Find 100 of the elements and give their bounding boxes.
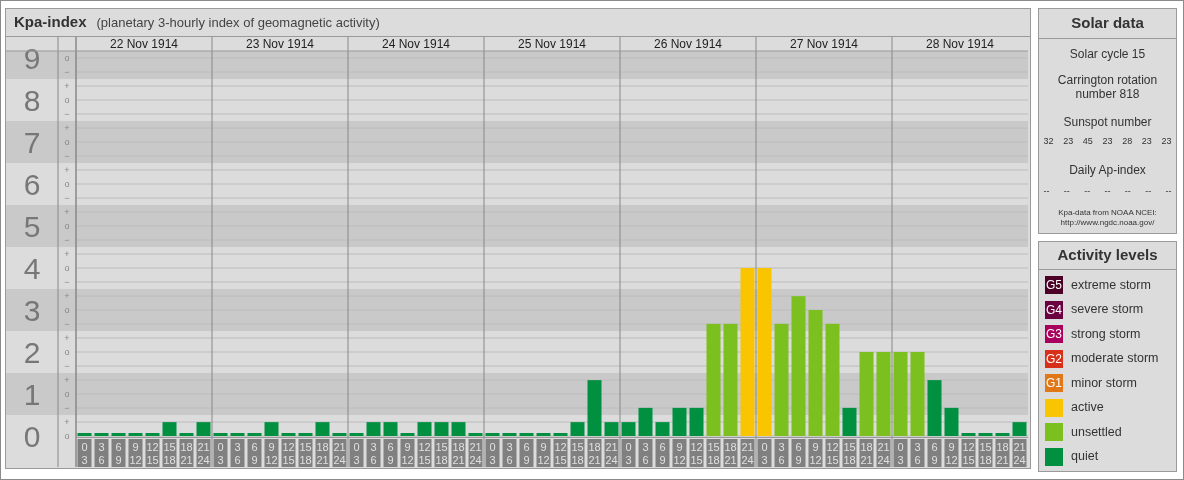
date-label: 24 Nov 1914: [381, 37, 451, 51]
time-slot-label: 18 21: [723, 439, 738, 467]
x-tick-label: 0 3: [353, 441, 360, 466]
y-tick-label: 4: [23, 252, 41, 285]
time-slot-label: 9 12: [264, 439, 279, 467]
time-slot-label: 3 6: [502, 439, 517, 467]
time-slot-label: 3 6: [638, 439, 653, 467]
x-tick-label: 3 6: [778, 441, 785, 466]
storm-level-badge: G2: [1045, 349, 1063, 368]
time-slot-label: 15 18: [162, 439, 177, 467]
y-tick-label: 3: [23, 294, 41, 327]
minor-tick-label: −: [64, 151, 70, 161]
time-slot-label: 9 12: [808, 439, 823, 467]
minor-tick-label: +: [64, 123, 70, 133]
time-slot-label: 12 15: [961, 439, 976, 467]
time-slot-label: 12 15: [145, 439, 160, 467]
time-slot-label: 21 24: [740, 439, 755, 467]
source-note: Kpa-data from NOAA NCEI:: [1058, 208, 1157, 218]
time-slot-label: 0 3: [349, 439, 364, 467]
ap-index-value: --: [1104, 184, 1111, 198]
time-slot-label: 0 3: [757, 439, 772, 467]
time-slot-label: 0 3: [621, 439, 636, 467]
x-tick-label: 3 6: [914, 441, 921, 466]
x-tick-label: 6 9: [387, 441, 394, 466]
minor-tick-label: o: [64, 263, 70, 273]
minor-tick-label: −: [64, 361, 70, 371]
x-tick-label: 6 9: [251, 441, 258, 466]
time-slot-label: 12 15: [417, 439, 432, 467]
y-tick-label: 6: [23, 168, 41, 201]
x-tick-label: 6 9: [659, 441, 666, 466]
x-tick-label: 0 3: [625, 441, 632, 466]
legend-label: unsettled: [1071, 423, 1122, 441]
y-tick-label: 1: [23, 378, 41, 411]
chart-subtitle: (planetary 3-hourly index of geomagnetic activity): [96, 13, 380, 32]
x-tick-label: 0 3: [897, 441, 904, 466]
time-slot-label: 18 21: [587, 439, 602, 467]
date-label: 26 Nov 1914: [653, 37, 723, 51]
time-slot-label: 6 9: [791, 439, 806, 467]
time-slot-label: 6 9: [655, 439, 670, 467]
time-slot-label: 6 9: [927, 439, 942, 467]
y-tick-label: 2: [23, 336, 41, 369]
sunspot-value: 28: [1122, 135, 1133, 148]
time-slot-label: 18 21: [451, 439, 466, 467]
ap-index-value: --: [1043, 184, 1050, 198]
x-tick-label: 0 3: [81, 441, 88, 466]
date-label: 23 Nov 1914: [245, 37, 315, 51]
minor-tick-label: −: [64, 109, 70, 119]
minor-tick-label: +: [64, 249, 70, 259]
time-slot-label: 15 18: [570, 439, 585, 467]
time-slot-label: 21 24: [604, 439, 619, 467]
minor-tick-label: +: [64, 165, 70, 175]
ap-index-value: --: [1084, 184, 1091, 198]
ap-index-value: --: [1165, 184, 1172, 198]
carrington-rotation: Carrington rotation number 818: [1056, 73, 1159, 101]
time-slot-label: 12 15: [825, 439, 840, 467]
ap-index-value: --: [1145, 184, 1152, 198]
y-tick-label: 8: [23, 84, 41, 117]
time-slot-label: 3 6: [910, 439, 925, 467]
y-tick-label: 7: [23, 126, 41, 159]
minor-tick-label: −: [64, 235, 70, 245]
minor-tick-label: +: [64, 333, 70, 343]
sunspot-value: 23: [1102, 135, 1113, 148]
ap-index-value: --: [1063, 184, 1070, 198]
legend-label: strong storm: [1071, 325, 1141, 343]
time-slot-label: 15 18: [434, 439, 449, 467]
storm-level-badge: G4: [1045, 300, 1063, 319]
solar-cycle: Solar cycle 15: [1069, 46, 1146, 63]
sunspot-value: 23: [1063, 135, 1074, 148]
minor-tick-label: −: [64, 67, 70, 77]
sunspot-value: 23: [1161, 135, 1172, 148]
x-tick-label: 6 9: [115, 441, 122, 466]
legend-label: moderate storm: [1071, 350, 1159, 368]
ap-index-label: Daily Ap-index: [1069, 161, 1146, 179]
legend-label: active: [1071, 399, 1104, 417]
storm-level-badge: G5: [1045, 276, 1063, 295]
time-slot-label: 6 9: [383, 439, 398, 467]
time-slot-label: 9 12: [400, 439, 415, 467]
x-tick-label: 3 6: [98, 441, 105, 466]
time-slot-label: 15 18: [842, 439, 857, 467]
x-tick-label: 6 9: [795, 441, 802, 466]
time-slot-label: 9 12: [672, 439, 687, 467]
time-slot-label: 21 24: [468, 439, 483, 467]
time-slot-label: 3 6: [94, 439, 109, 467]
minor-tick-label: +: [64, 207, 70, 217]
legend-label: minor storm: [1071, 374, 1137, 392]
time-slot-label: 12 15: [553, 439, 568, 467]
panel-title: Solar data: [1039, 9, 1176, 39]
sunspot-label: Sunspot number: [1063, 114, 1152, 131]
sunspot-value: 45: [1082, 135, 1093, 148]
legend-label: severe storm: [1071, 301, 1144, 319]
time-slot-label: 9 12: [128, 439, 143, 467]
y-tick-label: 5: [23, 210, 41, 243]
y-tick-label: 9: [23, 42, 41, 75]
date-label: 22 Nov 1914: [109, 37, 179, 51]
x-tick-label: 0 3: [489, 441, 496, 466]
minor-tick-label: −: [64, 403, 70, 413]
x-tick-label: 3 6: [506, 441, 513, 466]
minor-tick-label: +: [64, 375, 70, 385]
x-tick-label: 0 3: [761, 441, 768, 466]
time-slot-label: 0 3: [893, 439, 908, 467]
